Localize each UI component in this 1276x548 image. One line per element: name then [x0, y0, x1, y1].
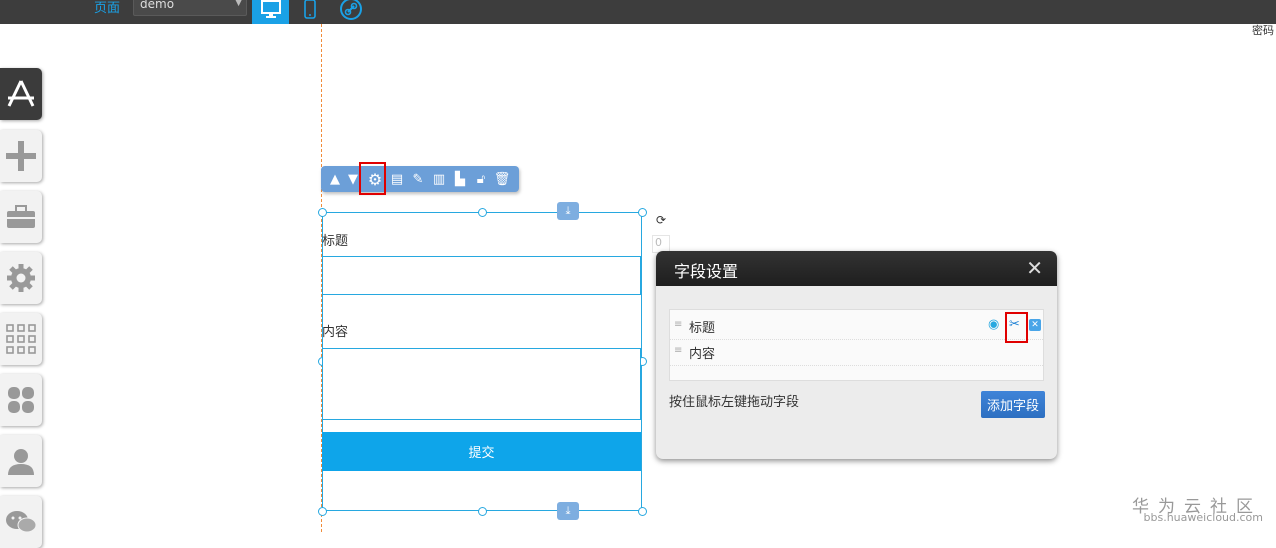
- desktop-icon: [260, 0, 281, 18]
- grid-icon: [6, 324, 36, 354]
- page-label: 页面: [94, 1, 121, 16]
- refresh-icon[interactable]: ⟳: [656, 213, 666, 227]
- drag-handle-icon[interactable]: ≡: [674, 319, 682, 330]
- counter-value: 0: [655, 236, 662, 249]
- insert-below-button[interactable]: ⤓: [557, 502, 579, 520]
- app-store-icon: [7, 80, 35, 107]
- drag-handle-icon[interactable]: ≡: [674, 345, 682, 356]
- insert-below-button[interactable]: ⤓: [557, 202, 579, 220]
- title-input[interactable]: [322, 256, 641, 295]
- lock-icon[interactable]: 🔓︎: [472, 170, 490, 188]
- mobile-icon: [304, 0, 316, 19]
- eye-icon[interactable]: ◉: [988, 317, 999, 332]
- resize-handle[interactable]: [318, 208, 327, 217]
- list-item[interactable]: ≡ 标题 ◉ ✂ ✕: [670, 313, 1043, 340]
- toolbox-icon: [7, 205, 35, 228]
- mobile-view-button[interactable]: [296, 0, 324, 24]
- field-list: ≡ 标题 ◉ ✂ ✕ ≡ 内容: [669, 309, 1044, 381]
- clover-icon: [8, 387, 34, 413]
- submit-button[interactable]: 提交: [322, 432, 641, 471]
- page-select[interactable]: demo ▼: [133, 0, 247, 16]
- resize-handle[interactable]: [318, 507, 327, 516]
- chevron-down-icon: ▼: [235, 0, 242, 8]
- link-button[interactable]: [336, 0, 366, 24]
- resize-handle[interactable]: [638, 507, 647, 516]
- field-label-title: 标题: [322, 234, 349, 249]
- edit-highlight: [1005, 312, 1028, 343]
- edit-icon[interactable]: ✎: [409, 170, 427, 188]
- plus-icon: [6, 141, 36, 171]
- delete-field-icon[interactable]: ✕: [1029, 319, 1041, 331]
- gear-icon: [7, 264, 35, 292]
- settings-highlight: [359, 162, 386, 195]
- form-settings-icon[interactable]: ▤: [388, 170, 406, 188]
- top-right-text: 密码: [1252, 24, 1274, 37]
- field-row-label: 内容: [689, 347, 716, 362]
- sidebar-item-add[interactable]: [0, 130, 42, 182]
- close-icon[interactable]: ✕: [1026, 256, 1043, 280]
- add-field-button[interactable]: 添加字段: [981, 391, 1045, 418]
- page-select-value: demo: [140, 0, 175, 11]
- sidebar-item-app[interactable]: [0, 68, 42, 120]
- sidebar-item-widgets[interactable]: [0, 374, 42, 426]
- sidebar-item-wechat[interactable]: [0, 496, 42, 548]
- chart-icon[interactable]: ▙: [451, 170, 469, 188]
- sidebar-item-toolbox[interactable]: [0, 191, 42, 243]
- desktop-view-button[interactable]: [252, 0, 289, 24]
- user-icon: [8, 449, 34, 475]
- list-item[interactable]: ≡ 内容: [670, 339, 1043, 366]
- watermark-url: bbs.huaweicloud.com: [1143, 511, 1263, 524]
- top-bar: 页面 demo ▼: [0, 0, 1276, 24]
- content-textarea[interactable]: [322, 348, 641, 420]
- delete-icon[interactable]: 🗑︎: [493, 170, 511, 188]
- field-settings-dialog: 字段设置 ✕ ≡ 标题 ◉ ✂ ✕ ≡ 内容 按住鼠标左键拖动字段 添加字段: [656, 251, 1057, 459]
- download-icon: ⤓: [565, 504, 571, 517]
- component-toolbar: ▲ ▼ ⚙ ▤ ✎ ▥ ▙ 🔓︎ 🗑︎: [321, 166, 519, 192]
- sidebar-item-settings[interactable]: [0, 252, 42, 304]
- move-up-icon[interactable]: ▲: [326, 170, 344, 188]
- columns-icon[interactable]: ▥: [430, 170, 448, 188]
- resize-handle[interactable]: [478, 208, 487, 217]
- dialog-title: 字段设置: [674, 262, 739, 281]
- drag-hint: 按住鼠标左键拖动字段: [669, 395, 800, 410]
- resize-handle[interactable]: [478, 507, 487, 516]
- field-label-content: 内容: [322, 325, 349, 340]
- download-icon: ⤓: [565, 204, 571, 217]
- dialog-header: 字段设置 ✕: [656, 251, 1057, 286]
- field-row-label: 标题: [689, 321, 716, 336]
- resize-handle[interactable]: [638, 208, 647, 217]
- link-icon: [340, 0, 362, 20]
- sidebar-item-grid[interactable]: [0, 313, 42, 365]
- sidebar-item-user[interactable]: [0, 435, 42, 487]
